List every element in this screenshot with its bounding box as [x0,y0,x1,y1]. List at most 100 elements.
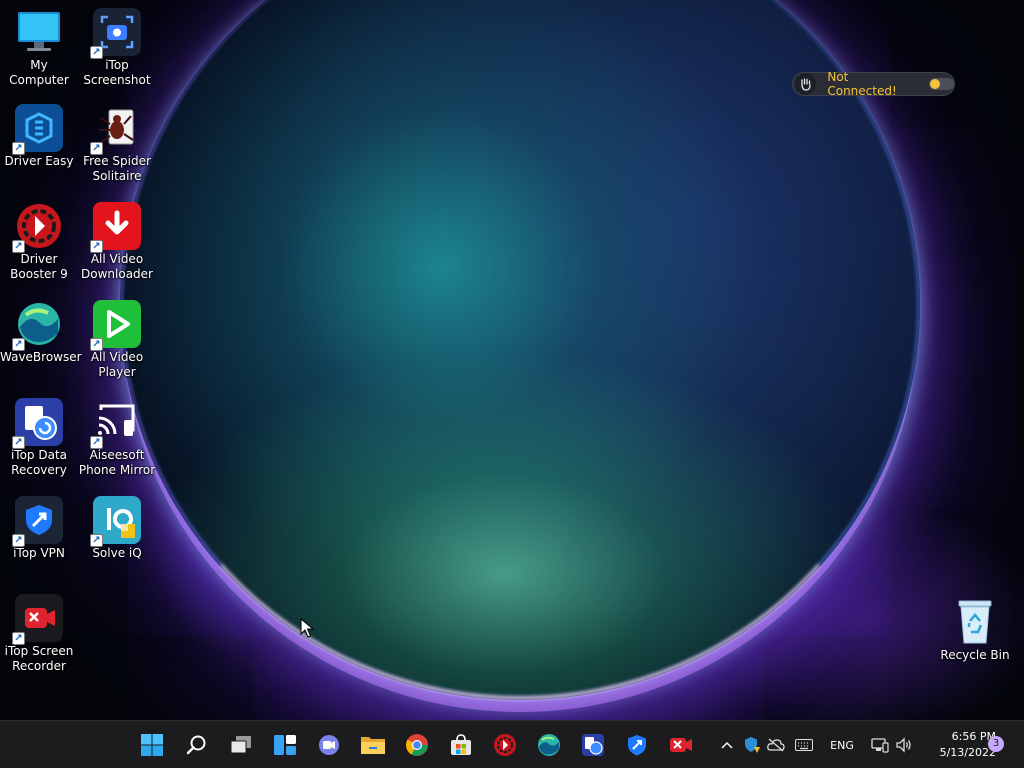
shortcut-arrow-icon: ↗ [12,632,25,645]
desktop-icon-all-video-downloader[interactable]: ↗ All Video Downloader [78,202,156,282]
desktop-icon-label: Driver Booster 9 [10,252,68,281]
volume-icon [896,737,911,753]
mouse-cursor-icon [300,617,315,642]
input-language-button[interactable]: ENG [826,735,858,755]
toggle-knob [929,79,940,89]
desktop-icon-label: Aiseesoft Phone Mirror [78,448,156,477]
cast-icon: ↗ [90,398,141,449]
input-language-text: ENG [830,738,854,752]
vpn-status-text: Not Connected! [827,70,897,98]
itop-screen-recorder-icon [670,738,692,752]
microsoft-store-icon [451,734,471,755]
shortcut-arrow-icon: ↗ [12,338,25,351]
driver-booster-taskbar-button[interactable] [489,729,521,761]
desktop-icon-all-video-player[interactable]: ↗ All Video Player [78,300,156,380]
wavebrowser-taskbar-button[interactable] [533,729,565,761]
vpn-status-widget[interactable]: Not Connected! [792,70,955,98]
start-button[interactable] [136,729,168,761]
desktop-icon-label: Free Spider Solitaire [83,154,151,183]
network-tray-button[interactable] [870,735,890,755]
itop-data-recovery-taskbar-button[interactable] [577,729,609,761]
itop-data-recovery-icon: ↗ [12,398,63,449]
driver-booster-icon [494,734,516,756]
chrome-icon [406,734,428,756]
desktop-icon-solve-iq[interactable]: ↗ Solve iQ [78,496,156,561]
desktop-icon-label: iTop Data Recovery [10,448,68,477]
windows-start-icon [141,734,163,756]
desktop-icon-itop-vpn[interactable]: ↗ iTop VPN [0,496,78,561]
desktop-icon-free-spider-solitaire[interactable]: ↗ Free Spider Solitaire [78,104,156,184]
itop-vpn-taskbar-button[interactable] [621,729,653,761]
cloud-off-icon [767,738,785,752]
desktop-icon-recycle-bin[interactable]: Recycle Bin [936,598,1014,663]
keyboard-icon [795,739,813,751]
wavebrowser-icon: ↗ [12,300,63,351]
shortcut-arrow-icon: ↗ [90,240,103,253]
clock-date: 5/13/2022 [939,746,996,759]
clock-time: 6:56 PM [951,730,996,743]
vpn-toggle[interactable] [928,78,954,90]
search-icon [186,735,206,755]
desktop-icon-driver-booster[interactable]: ↗ Driver Booster 9 [0,202,78,282]
microsoft-store-button[interactable] [445,729,477,761]
itop-screen-recorder-taskbar-button[interactable] [665,729,697,761]
recycle-bin-icon [951,598,999,646]
network-icon [871,738,889,753]
volume-tray-button[interactable] [894,735,914,755]
show-hidden-icons-button[interactable] [718,735,736,755]
play-icon: ↗ [90,300,141,351]
wavebrowser-icon [538,734,560,756]
notification-count-badge[interactable]: 3 [988,736,1004,752]
shield-warning-icon [745,737,760,753]
onedrive-tray-button[interactable] [766,735,786,755]
desktop-icon-driver-easy[interactable]: ↗ Driver Easy [0,104,78,169]
desktop-icon-label: Solve iQ [92,546,142,560]
monitor-icon [15,8,63,56]
search-button[interactable] [181,729,213,761]
taskbar: ENG 6:56 PM 5/13/2022 [0,720,1024,768]
desktop-icon-label: iTop Screen Recorder [4,644,74,673]
spider-solitaire-icon: ↗ [90,104,141,155]
solve-iq-icon: ↗ [90,496,141,547]
desktop-icon-itop-data-recovery[interactable]: ↗ iTop Data Recovery [0,398,78,478]
file-explorer-icon [361,737,385,754]
shortcut-arrow-icon: ↗ [12,142,25,155]
desktop-icon-label: My Computer [9,58,69,87]
widgets-icon [274,735,296,755]
touch-keyboard-button[interactable] [794,735,814,755]
defender-tray-button[interactable] [742,735,762,755]
desktop-icon-itop-screen-recorder[interactable]: ↗ iTop Screen Recorder [0,594,78,674]
shortcut-arrow-icon: ↗ [90,534,103,547]
shortcut-arrow-icon: ↗ [90,142,103,155]
teams-chat-icon [319,735,339,755]
task-view-button[interactable] [225,729,257,761]
chat-button[interactable] [313,729,345,761]
chevron-up-icon [721,741,733,749]
desktop-icon-label: iTop Screenshot [83,58,151,87]
file-explorer-button[interactable] [357,729,389,761]
desktop-icon-aiseesoft-phone-mirror[interactable]: ↗ Aiseesoft Phone Mirror [78,398,156,478]
itop-screen-recorder-icon: ↗ [12,594,63,645]
desktop-icon-label: WaveBrowser [0,350,82,364]
hand-icon [795,73,817,95]
clock[interactable]: 6:56 PM 5/13/2022 [920,729,996,761]
desktop-icon-label: All Video Player [90,350,144,379]
itop-data-recovery-icon [582,734,604,756]
desktop-icon-itop-screenshot[interactable]: ↗ iTop Screenshot [78,8,156,88]
shortcut-arrow-icon: ↗ [90,46,103,59]
shortcut-arrow-icon: ↗ [12,240,25,253]
desktop-icon-label: Recycle Bin [940,648,1010,662]
chrome-button[interactable] [401,729,433,761]
widgets-button[interactable] [269,729,301,761]
itop-vpn-icon [628,735,646,756]
download-arrow-icon: ↗ [90,202,141,253]
desktop-icon-label: All Video Downloader [81,252,153,281]
desktop-icon-label: iTop VPN [13,546,65,560]
shortcut-arrow-icon: ↗ [12,436,25,449]
task-view-icon [230,736,251,754]
desktop-icon-my-computer[interactable]: My Computer [0,8,78,88]
shortcut-arrow-icon: ↗ [90,338,103,351]
desktop-icon-wavebrowser[interactable]: ↗ WaveBrowser [0,300,82,365]
shortcut-arrow-icon: ↗ [12,534,25,547]
itop-screenshot-icon: ↗ [90,8,141,59]
